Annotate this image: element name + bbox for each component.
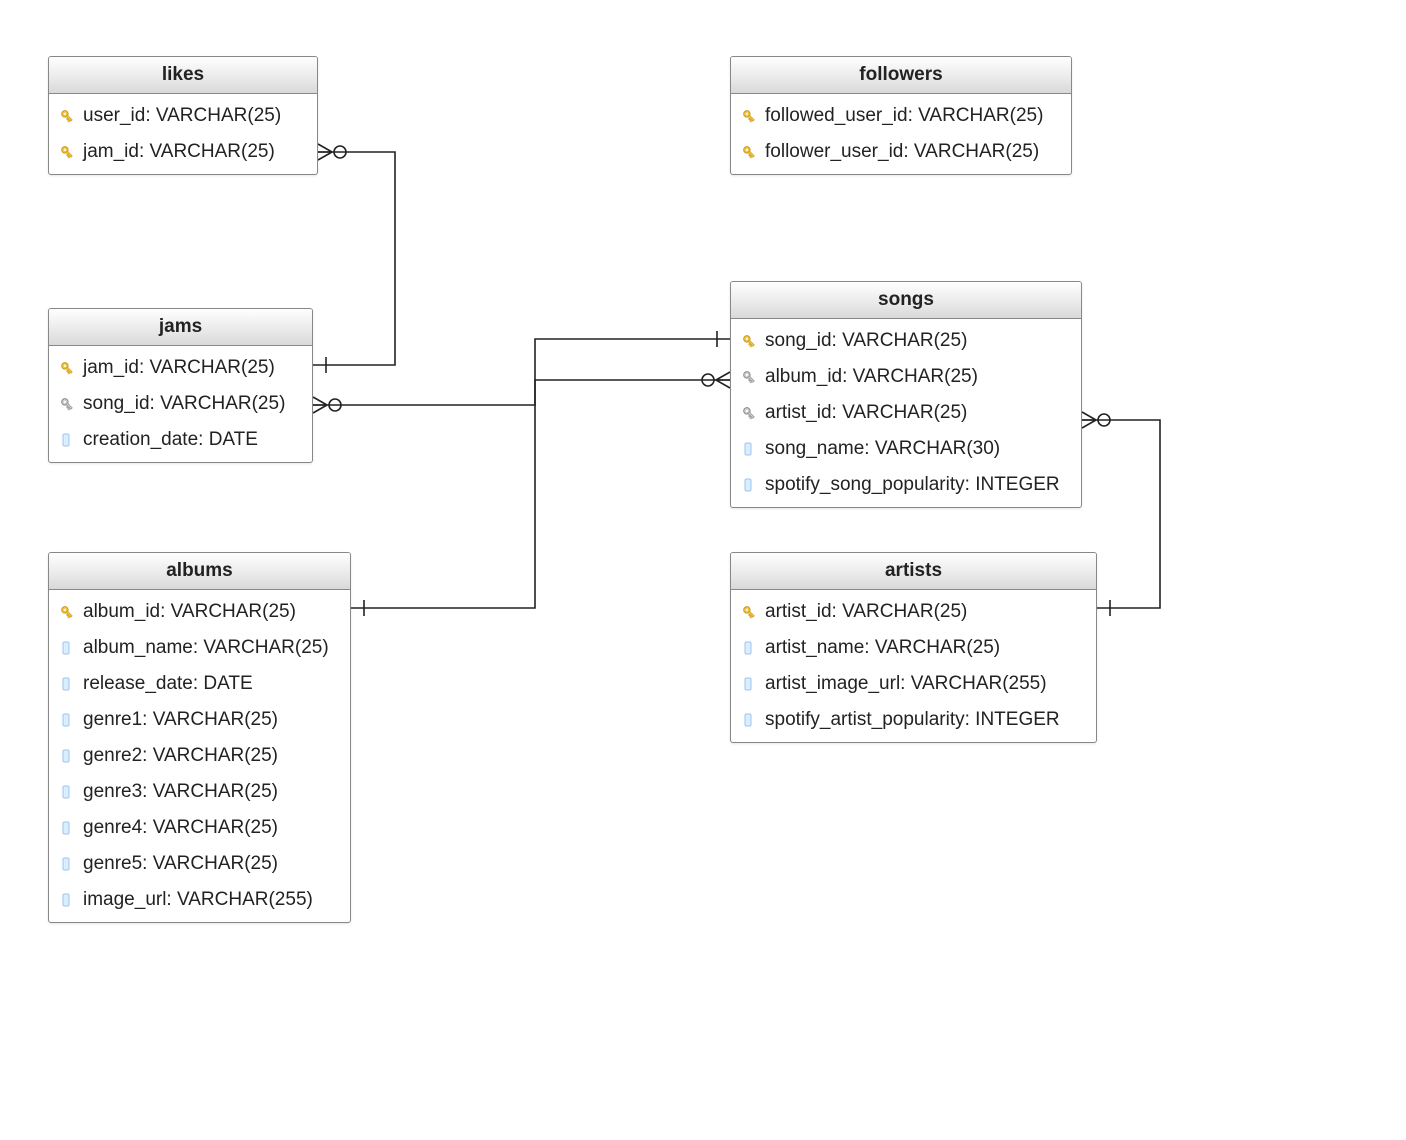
column-row[interactable]: artist_id: VARCHAR(25)	[731, 395, 1081, 431]
column-row[interactable]: follower_user_id: VARCHAR(25)	[731, 134, 1071, 170]
column-row[interactable]: song_id: VARCHAR(25)	[49, 386, 312, 422]
column-row[interactable]: user_id: VARCHAR(25)	[49, 98, 317, 134]
column-row[interactable]: spotify_artist_popularity: INTEGER	[731, 702, 1096, 738]
primary-key-icon	[741, 144, 757, 160]
rel-albums-songs	[351, 372, 730, 616]
column-text: genre3: VARCHAR(25)	[83, 781, 278, 803]
entity-body: jam_id: VARCHAR(25) song_id: VARCHAR(25) c…	[49, 346, 312, 462]
foreign-key-icon	[741, 369, 757, 385]
column-row[interactable]: release_date: DATE	[49, 666, 350, 702]
entity-likes[interactable]: likes user_id: VARCHAR(25) jam_id: VARCHA…	[48, 56, 318, 175]
column-field-icon	[59, 892, 75, 908]
column-text: user_id: VARCHAR(25)	[83, 105, 281, 127]
column-text: follower_user_id: VARCHAR(25)	[765, 141, 1039, 163]
column-text: spotify_song_popularity: INTEGER	[765, 474, 1060, 496]
er-canvas: likes user_id: VARCHAR(25) jam_id: VARCHA…	[0, 0, 1406, 1140]
entity-jams[interactable]: jams jam_id: VARCHAR(25) song_id: VARCHAR…	[48, 308, 313, 463]
entity-body: artist_id: VARCHAR(25) artist_name: VARCH…	[731, 590, 1096, 742]
rel-likes-jams	[313, 144, 395, 373]
column-text: jam_id: VARCHAR(25)	[83, 141, 275, 163]
column-text: genre4: VARCHAR(25)	[83, 817, 278, 839]
column-text: album_id: VARCHAR(25)	[765, 366, 978, 388]
column-text: genre1: VARCHAR(25)	[83, 709, 278, 731]
primary-key-icon	[59, 604, 75, 620]
column-row[interactable]: genre1: VARCHAR(25)	[49, 702, 350, 738]
primary-key-icon	[741, 604, 757, 620]
entity-header: jams	[49, 309, 312, 346]
primary-key-icon	[741, 333, 757, 349]
entity-artists[interactable]: artists artist_id: VARCHAR(25) artist_nam…	[730, 552, 1097, 743]
column-row[interactable]: spotify_song_popularity: INTEGER	[731, 467, 1081, 503]
column-text: song_name: VARCHAR(30)	[765, 438, 1000, 460]
rel-jams-songs	[313, 331, 730, 413]
column-row[interactable]: song_name: VARCHAR(30)	[731, 431, 1081, 467]
foreign-key-icon	[59, 396, 75, 412]
entity-header: followers	[731, 57, 1071, 94]
column-field-icon	[59, 748, 75, 764]
entity-albums[interactable]: albums album_id: VARCHAR(25) album_name: …	[48, 552, 351, 923]
primary-key-icon	[741, 108, 757, 124]
entity-body: song_id: VARCHAR(25) album_id: VARCHAR(25…	[731, 319, 1081, 507]
entity-followers[interactable]: followers followed_user_id: VARCHAR(25)f…	[730, 56, 1072, 175]
entity-header: songs	[731, 282, 1081, 319]
column-field-icon	[59, 784, 75, 800]
column-field-icon	[741, 676, 757, 692]
column-field-icon	[59, 432, 75, 448]
column-field-icon	[59, 856, 75, 872]
column-row[interactable]: album_name: VARCHAR(25)	[49, 630, 350, 666]
column-field-icon	[741, 640, 757, 656]
column-text: album_name: VARCHAR(25)	[83, 637, 329, 659]
column-row[interactable]: jam_id: VARCHAR(25)	[49, 134, 317, 170]
column-row[interactable]: jam_id: VARCHAR(25)	[49, 350, 312, 386]
primary-key-icon	[59, 108, 75, 124]
column-row[interactable]: artist_name: VARCHAR(25)	[731, 630, 1096, 666]
column-text: genre2: VARCHAR(25)	[83, 745, 278, 767]
column-text: genre5: VARCHAR(25)	[83, 853, 278, 875]
column-text: creation_date: DATE	[83, 429, 258, 451]
column-text: artist_name: VARCHAR(25)	[765, 637, 1000, 659]
column-text: song_id: VARCHAR(25)	[83, 393, 285, 415]
primary-key-icon	[59, 144, 75, 160]
column-field-icon	[59, 640, 75, 656]
primary-key-icon	[59, 360, 75, 376]
column-field-icon	[741, 712, 757, 728]
entity-body: album_id: VARCHAR(25) album_name: VARCHAR…	[49, 590, 350, 922]
entity-header: albums	[49, 553, 350, 590]
column-row[interactable]: followed_user_id: VARCHAR(25)	[731, 98, 1071, 134]
column-field-icon	[741, 441, 757, 457]
column-field-icon	[59, 676, 75, 692]
column-text: artist_id: VARCHAR(25)	[765, 601, 967, 623]
column-text: album_id: VARCHAR(25)	[83, 601, 296, 623]
column-row[interactable]: genre4: VARCHAR(25)	[49, 810, 350, 846]
column-row[interactable]: genre2: VARCHAR(25)	[49, 738, 350, 774]
column-row[interactable]: song_id: VARCHAR(25)	[731, 323, 1081, 359]
column-text: jam_id: VARCHAR(25)	[83, 357, 275, 379]
column-text: followed_user_id: VARCHAR(25)	[765, 105, 1043, 127]
column-text: spotify_artist_popularity: INTEGER	[765, 709, 1060, 731]
column-row[interactable]: genre3: VARCHAR(25)	[49, 774, 350, 810]
column-text: artist_id: VARCHAR(25)	[765, 402, 967, 424]
column-text: image_url: VARCHAR(255)	[83, 889, 313, 911]
column-row[interactable]: album_id: VARCHAR(25)	[731, 359, 1081, 395]
column-row[interactable]: artist_id: VARCHAR(25)	[731, 594, 1096, 630]
column-row[interactable]: image_url: VARCHAR(255)	[49, 882, 350, 918]
entity-body: user_id: VARCHAR(25) jam_id: VARCHAR(25)	[49, 94, 317, 174]
entity-header: likes	[49, 57, 317, 94]
entity-body: followed_user_id: VARCHAR(25) follower_us…	[731, 94, 1071, 174]
entity-header: artists	[731, 553, 1096, 590]
foreign-key-icon	[741, 405, 757, 421]
entity-songs[interactable]: songs song_id: VARCHAR(25) album_id: VARC…	[730, 281, 1082, 508]
column-field-icon	[59, 712, 75, 728]
column-field-icon	[59, 820, 75, 836]
column-text: song_id: VARCHAR(25)	[765, 330, 967, 352]
column-row[interactable]: artist_image_url: VARCHAR(255)	[731, 666, 1096, 702]
column-text: artist_image_url: VARCHAR(255)	[765, 673, 1047, 695]
column-row[interactable]: album_id: VARCHAR(25)	[49, 594, 350, 630]
column-row[interactable]: genre5: VARCHAR(25)	[49, 846, 350, 882]
column-row[interactable]: creation_date: DATE	[49, 422, 312, 458]
column-field-icon	[741, 477, 757, 493]
column-text: release_date: DATE	[83, 673, 253, 695]
